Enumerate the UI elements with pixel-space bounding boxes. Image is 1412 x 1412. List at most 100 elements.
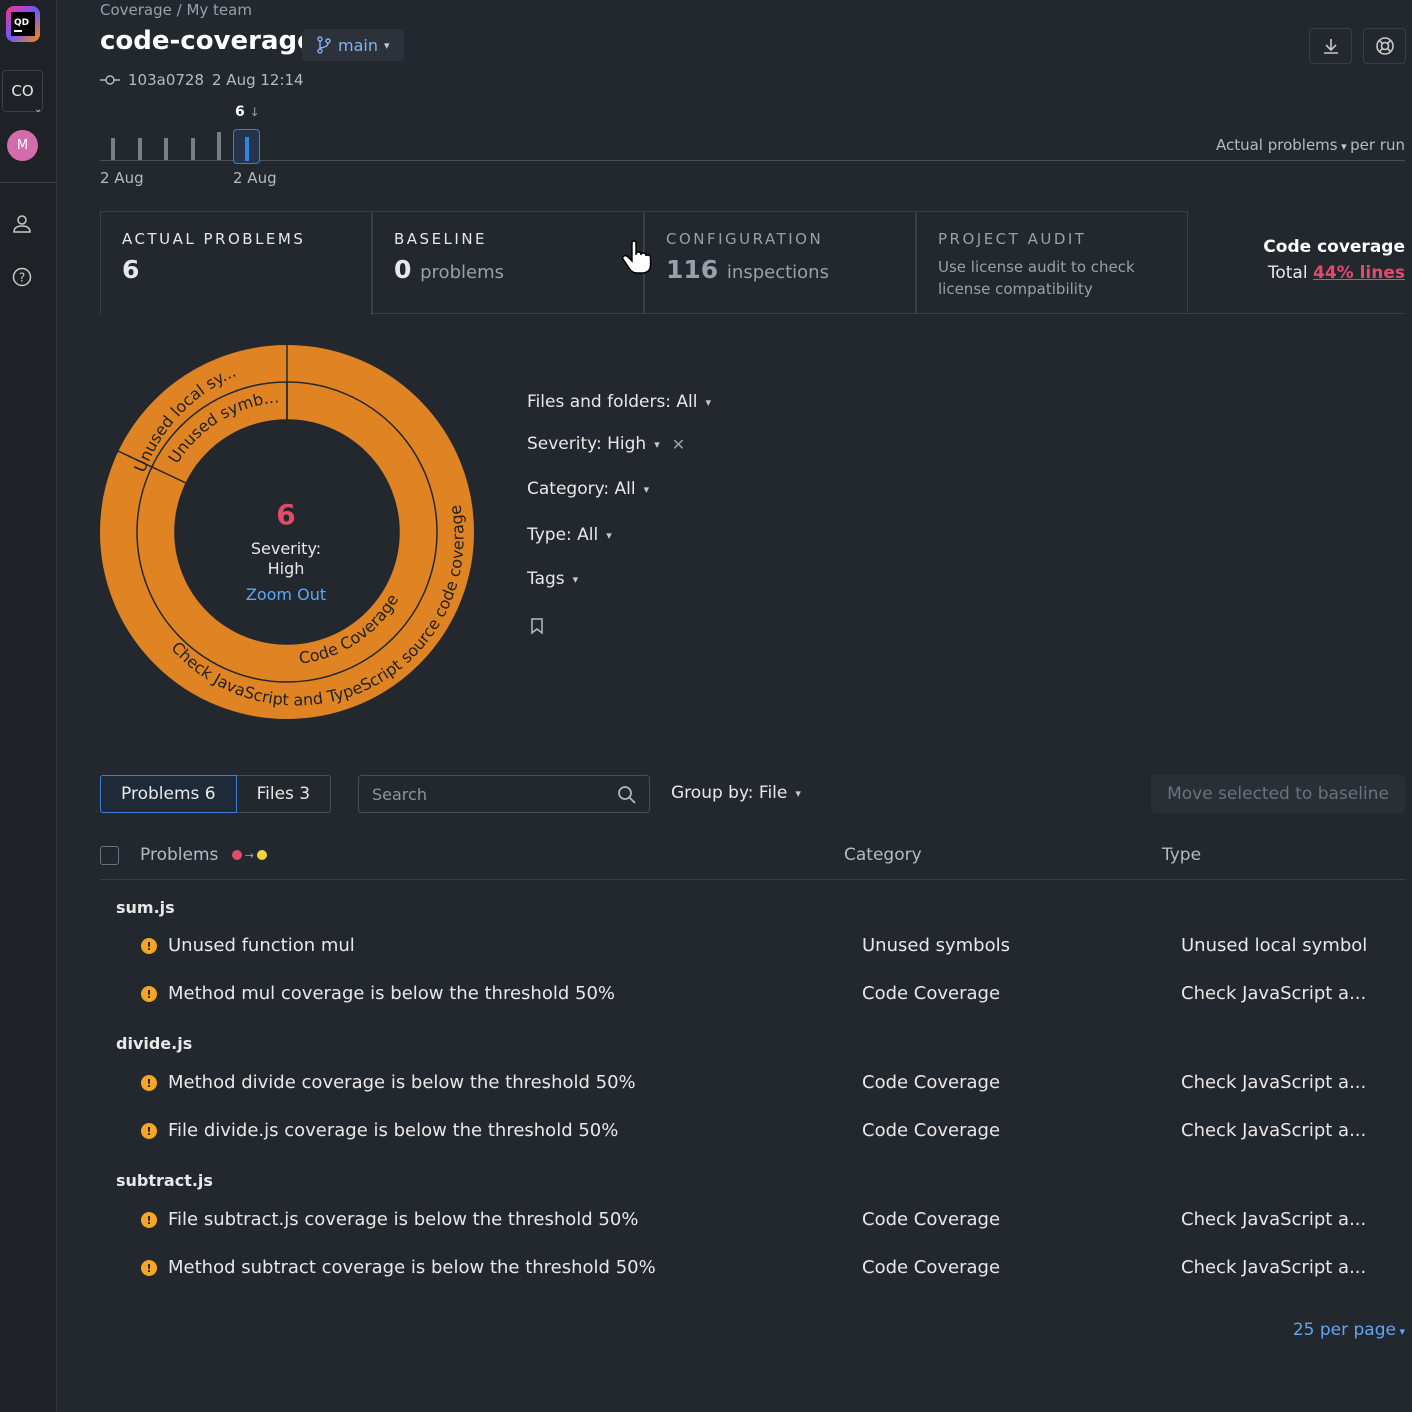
card-description: Use license audit to check license compa…: [938, 258, 1135, 298]
lifebuoy-icon: [1375, 37, 1394, 55]
card-unit: inspections: [726, 262, 829, 283]
search-input[interactable]: Search: [358, 775, 650, 813]
warning-icon: !: [141, 1075, 157, 1091]
bookmark-icon[interactable]: [529, 617, 545, 635]
filter-tags[interactable]: Tags ▾: [527, 569, 578, 589]
filter-label: Type: All: [527, 525, 599, 545]
column-type[interactable]: Type: [1162, 845, 1201, 865]
per-page-selector[interactable]: 25 per page ▾: [1293, 1320, 1405, 1340]
problem-name: File divide.js coverage is below the thr…: [168, 1120, 619, 1141]
sidebar-divider: [0, 182, 57, 183]
table-row[interactable]: ! Method subtract coverage is below the …: [100, 1257, 1405, 1287]
timeline-run-bar[interactable]: [217, 132, 221, 160]
breadcrumb[interactable]: Coverage / My team: [100, 1, 252, 19]
commit-time: 2 Aug 12:14: [212, 71, 304, 89]
file-group-header[interactable]: sum.js: [116, 898, 175, 917]
warning-icon: !: [141, 1260, 157, 1276]
sidebar: QD CO ⌄ M ?: [0, 0, 57, 1412]
table-header: Problems → Category Type: [100, 838, 1405, 880]
filter-label: Tags: [527, 569, 565, 589]
commit-info: 103a0728 2 Aug 12:14: [100, 71, 304, 89]
card-value: 0: [394, 255, 412, 284]
sunburst-chart[interactable]: Unused local sy... Unused symb... Code C…: [100, 345, 474, 719]
filter-type[interactable]: Type: All ▾: [527, 525, 612, 545]
problem-category: Code Coverage: [862, 1120, 1001, 1141]
timeline-axis: [100, 160, 1405, 161]
problem-name: File subtract.js coverage is below the t…: [168, 1209, 639, 1230]
problem-name: Method divide coverage is below the thre…: [168, 1072, 636, 1093]
tab-problems[interactable]: Problems 6: [100, 775, 237, 813]
tab-files[interactable]: Files 3: [236, 775, 332, 813]
timeline-selected-run[interactable]: [233, 129, 260, 164]
chevron-down-icon: ▾: [654, 437, 660, 451]
move-to-baseline-button[interactable]: Move selected to baseline: [1151, 775, 1405, 813]
chevron-down-icon: ▾: [606, 528, 612, 542]
filter-label: Category: All: [527, 479, 636, 499]
card-actual-problems[interactable]: ACTUAL PROBLEMS 6: [100, 211, 372, 315]
select-all-checkbox[interactable]: [100, 846, 119, 865]
arrow-down-icon: ↓: [249, 105, 260, 119]
timeline-run-bar[interactable]: [138, 138, 142, 160]
card-project-audit[interactable]: PROJECT AUDIT Use license audit to check…: [916, 211, 1188, 314]
warning-icon: !: [141, 938, 157, 954]
git-branch-icon: [317, 36, 331, 54]
search-placeholder: Search: [372, 784, 427, 804]
timeline-run-bar[interactable]: [111, 138, 115, 160]
branch-selector[interactable]: main ▾: [302, 29, 404, 61]
timeline-metric: Actual problems ▾ per run: [1216, 136, 1405, 154]
download-button[interactable]: [1309, 28, 1352, 64]
warning-icon: !: [141, 1123, 157, 1139]
card-unit: problems: [420, 262, 504, 283]
file-group-header[interactable]: subtract.js: [116, 1171, 213, 1190]
help-center-button[interactable]: [1363, 28, 1406, 64]
table-row[interactable]: ! Method mul coverage is below the thres…: [100, 983, 1405, 1013]
column-category[interactable]: Category: [844, 845, 922, 865]
warning-icon: !: [141, 986, 157, 1002]
commit-hash[interactable]: 103a0728: [128, 71, 204, 89]
user-icon[interactable]: [11, 213, 33, 235]
table-row[interactable]: ! Unused function mul Unused symbols Unu…: [100, 935, 1405, 965]
clear-filter-icon[interactable]: ✕: [672, 435, 685, 454]
group-by-label: Group by: File: [671, 783, 788, 803]
problem-type: Check JavaScript a...: [1181, 983, 1367, 1004]
card-label: ACTUAL PROBLEMS: [122, 230, 306, 248]
avatar[interactable]: M: [7, 130, 38, 161]
problem-name: Method subtract coverage is below the th…: [168, 1257, 656, 1278]
donut-severity-label: Severity:: [251, 539, 321, 558]
page-title: code-coverage: [100, 26, 315, 56]
filter-category[interactable]: Category: All ▾: [527, 479, 649, 499]
table-row[interactable]: ! File subtract.js coverage is below the…: [100, 1209, 1405, 1239]
help-icon[interactable]: ?: [11, 266, 33, 288]
card-baseline[interactable]: BASELINE 0 problems: [372, 211, 644, 314]
code-coverage-summary: Code coverage Total 44% lines: [1263, 237, 1405, 283]
per-run-label: per run: [1350, 136, 1405, 154]
coverage-total-link[interactable]: 44% lines: [1313, 263, 1405, 283]
file-group-header[interactable]: divide.js: [116, 1034, 192, 1053]
table-row[interactable]: ! File divide.js coverage is below the t…: [100, 1120, 1405, 1150]
per-page-label: 25 per page: [1292, 1320, 1396, 1340]
qodana-logo[interactable]: QD: [6, 6, 40, 42]
table-row[interactable]: ! Method divide coverage is below the th…: [100, 1072, 1405, 1102]
card-configuration[interactable]: CONFIGURATION 116 inspections: [644, 211, 916, 314]
group-by-selector[interactable]: Group by: File ▾: [671, 783, 801, 803]
donut-count: 6: [276, 498, 295, 531]
problem-category: Unused symbols: [862, 935, 1010, 956]
svg-text:?: ?: [19, 271, 25, 285]
chevron-down-icon: ▾: [643, 482, 650, 496]
metric-selector[interactable]: Actual problems: [1216, 136, 1338, 154]
filter-severity[interactable]: Severity: High ▾ ✕: [527, 434, 685, 454]
filter-files-folders[interactable]: Files and folders: All ▾: [527, 392, 711, 412]
coverage-title: Code coverage: [1263, 237, 1405, 257]
timeline-run-bar[interactable]: [164, 138, 168, 160]
severity-sort-icon[interactable]: →: [231, 849, 267, 862]
problem-category: Code Coverage: [862, 1072, 1001, 1093]
selected-run-count: 6 ↓: [235, 104, 260, 120]
search-icon[interactable]: [617, 785, 637, 805]
problem-category: Code Coverage: [862, 1209, 1001, 1230]
column-problems[interactable]: Problems →: [140, 845, 267, 865]
problem-name: Method mul coverage is below the thresho…: [168, 983, 616, 1004]
timeline-run-bar[interactable]: [191, 138, 195, 160]
zoom-out-link[interactable]: Zoom Out: [246, 585, 326, 604]
warning-icon: !: [141, 1212, 157, 1228]
chevron-down-icon: ▾: [795, 786, 801, 800]
